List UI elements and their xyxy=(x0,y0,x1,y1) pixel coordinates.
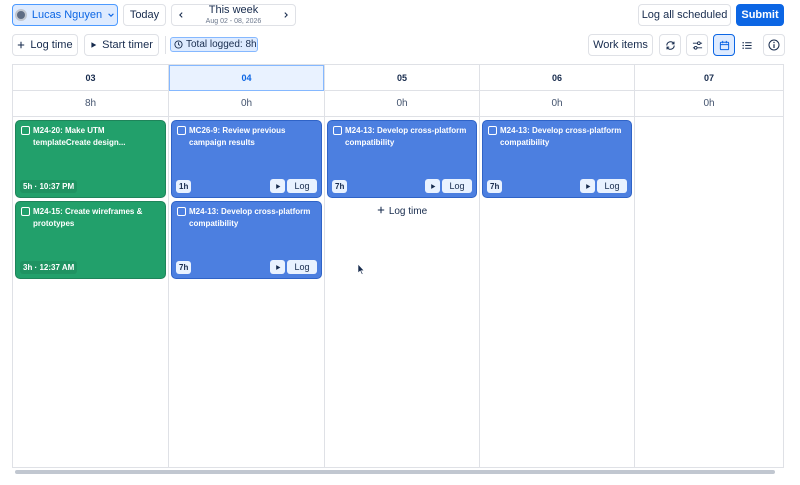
card-play-button[interactable] xyxy=(425,179,440,193)
sync-button[interactable] xyxy=(659,34,681,56)
user-name: Lucas Nguyen xyxy=(31,9,103,21)
day-header: 05 xyxy=(325,65,479,91)
card-log-button[interactable]: Log xyxy=(597,179,627,193)
card-log-button[interactable]: Log xyxy=(442,179,472,193)
work-item-card[interactable]: MC26-9: Review previous campaign results… xyxy=(171,120,322,198)
calendar-icon xyxy=(719,40,729,50)
log-all-scheduled-button[interactable]: Log all scheduled xyxy=(638,4,731,26)
task-icon xyxy=(21,207,30,216)
list-icon xyxy=(742,41,752,49)
add-log-time-button[interactable]: Log time xyxy=(325,206,479,217)
task-icon xyxy=(488,126,497,135)
chevron-right-icon[interactable] xyxy=(282,10,290,20)
start-timer-label: Start timer xyxy=(102,39,153,51)
card-play-button[interactable] xyxy=(580,179,595,193)
add-log-label: Log time xyxy=(388,206,428,217)
card-duration: 5h · 10:37 PM xyxy=(20,180,78,193)
play-icon xyxy=(430,183,435,189)
day-total: 0h xyxy=(169,91,324,117)
card-title: M24-13: Develop cross-platform compatibi… xyxy=(500,126,622,147)
user-avatar xyxy=(14,9,27,21)
day-header: 03 xyxy=(13,65,168,91)
task-icon xyxy=(333,126,342,135)
work-item-card[interactable]: M24-20: Make UTM templateCreate design..… xyxy=(15,120,166,198)
day-column: 03 8h M24-20: Make UTM templateCreate de… xyxy=(13,65,169,467)
info-icon xyxy=(768,39,780,51)
card-play-button[interactable] xyxy=(270,179,285,193)
day-total: 0h xyxy=(635,91,783,117)
day-column: 05 0h Log time M24-13: Develop cross-pla… xyxy=(325,65,480,467)
log-time-button[interactable]: Log time xyxy=(12,34,78,56)
filter-settings-button[interactable] xyxy=(686,34,708,56)
task-icon xyxy=(177,207,186,216)
horizontal-scrollbar[interactable] xyxy=(15,470,775,474)
card-play-button[interactable] xyxy=(270,260,285,274)
card-title: M24-20: Make UTM templateCreate design..… xyxy=(33,126,126,147)
card-title: MC26-9: Review previous campaign results xyxy=(189,126,286,147)
day-column: 06 0h M24-13: Develop cross-platform com… xyxy=(480,65,635,467)
work-item-card[interactable]: M24-13: Develop cross-platform compatibi… xyxy=(327,120,477,198)
plus-icon xyxy=(18,41,25,49)
week-calendar-grid: 03 8h M24-20: Make UTM templateCreate de… xyxy=(12,64,784,468)
card-duration: 7h xyxy=(332,180,348,193)
card-log-button[interactable]: Log xyxy=(287,260,317,274)
toolbar-divider xyxy=(165,36,166,54)
play-icon xyxy=(585,183,590,189)
start-timer-button[interactable]: Start timer xyxy=(84,34,159,56)
card-title: M24-13: Develop cross-platform compatibi… xyxy=(345,126,467,147)
card-log-button[interactable]: Log xyxy=(287,179,317,193)
plus-icon xyxy=(377,206,385,214)
log-all-label: Log all scheduled xyxy=(641,9,728,21)
card-duration: 1h xyxy=(176,180,192,193)
week-navigator: This week Aug 02 - 08, 2026 xyxy=(171,4,296,26)
card-duration: 3h · 12:37 AM xyxy=(20,261,78,274)
subtask-icon xyxy=(21,126,30,135)
work-item-card[interactable]: M24-13: Develop cross-platform compatibi… xyxy=(482,120,632,198)
card-title: M24-15: Create wireframes & prototypes xyxy=(33,207,143,228)
info-button[interactable] xyxy=(763,34,785,56)
day-column: 07 0h xyxy=(635,65,783,467)
calendar-view-button[interactable] xyxy=(713,34,735,56)
total-logged-text: Total logged: 8h xyxy=(186,39,257,50)
card-title: M24-13: Develop cross-platform compatibi… xyxy=(189,207,311,228)
play-icon xyxy=(275,183,280,189)
task-icon xyxy=(177,126,186,135)
chevron-down-icon xyxy=(108,13,114,17)
card-duration: 7h xyxy=(487,180,503,193)
submit-label: Submit xyxy=(741,9,779,21)
week-label: This week Aug 02 - 08, 2026 xyxy=(205,4,262,26)
today-label: Today xyxy=(129,9,160,21)
work-item-card[interactable]: M24-15: Create wireframes & prototypes 3h… xyxy=(15,201,166,279)
day-header: 06 xyxy=(480,65,634,91)
list-view-button[interactable] xyxy=(736,34,758,56)
submit-button[interactable]: Submit xyxy=(736,4,784,26)
play-icon xyxy=(91,42,97,48)
day-total: 8h xyxy=(13,91,168,117)
week-title: This week xyxy=(208,4,259,16)
chevron-left-icon[interactable] xyxy=(177,10,185,20)
sync-icon xyxy=(665,40,675,50)
total-logged-badge: Total logged: 8h xyxy=(170,37,258,52)
work-items-label: Work items xyxy=(593,39,648,51)
user-selector[interactable]: Lucas Nguyen xyxy=(12,4,118,26)
work-items-button[interactable]: Work items xyxy=(588,34,653,56)
mouse-cursor-icon xyxy=(357,263,365,275)
day-total: 0h xyxy=(480,91,634,117)
day-total: 0h xyxy=(325,91,479,117)
card-duration: 7h xyxy=(176,261,192,274)
work-item-card[interactable]: M24-13: Develop cross-platform compatibi… xyxy=(171,201,322,279)
sliders-icon xyxy=(692,40,702,50)
play-icon xyxy=(275,264,280,270)
today-button[interactable]: Today xyxy=(123,4,166,26)
week-range: Aug 02 - 08, 2026 xyxy=(205,18,262,25)
day-header-today: 04 xyxy=(169,65,324,91)
day-column: 04 0h MC26-9: Review previous campaign r… xyxy=(169,65,325,467)
clock-icon xyxy=(174,40,183,49)
log-time-label: Log time xyxy=(30,39,73,51)
day-header: 07 xyxy=(635,65,783,91)
